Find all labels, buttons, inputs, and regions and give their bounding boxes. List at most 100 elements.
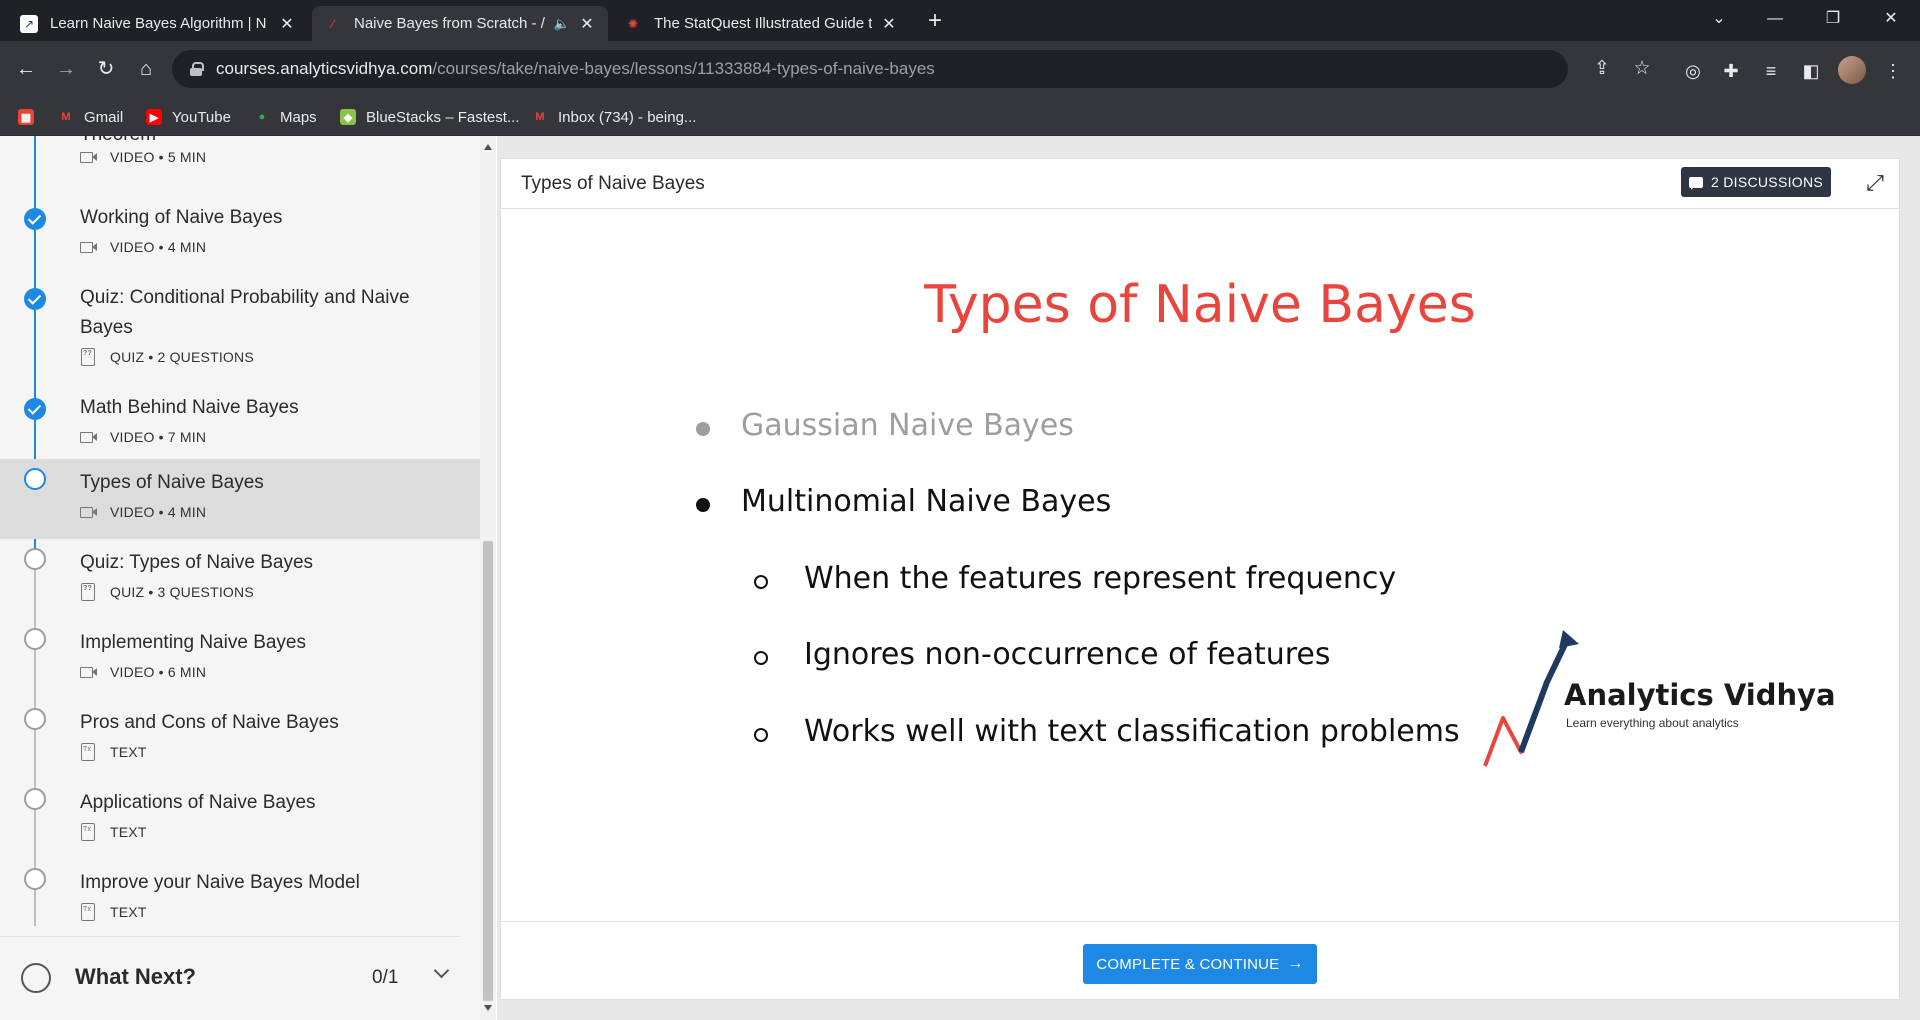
- browser-tab-3[interactable]: ✺ The StatQuest Illustrated Guide t ✕: [612, 6, 910, 41]
- bookmark-gmail[interactable]: M Gmail: [58, 107, 123, 127]
- analytics-vidhya-favicon-icon: ⁄: [331, 16, 334, 31]
- share-icon[interactable]: ⇪: [1586, 50, 1618, 88]
- what-next-section[interactable]: What Next? 0/1: [0, 936, 460, 1020]
- browser-tab-bar: ↗ Learn Naive Bayes Algorithm | N ✕ ⁄ Na…: [0, 0, 1920, 41]
- arrow-right-icon: →: [1287, 955, 1304, 972]
- slide-bullet: Multinomial Naive Bayes: [696, 484, 1111, 519]
- bookmark-maps[interactable]: ● Maps: [254, 107, 317, 127]
- slide-sub-bullet: Works well with text classification prob…: [754, 714, 1460, 749]
- lesson-title: Quiz: Conditional Probability and Naive …: [80, 287, 410, 338]
- lesson-title: Improve your Naive Bayes Model: [80, 872, 360, 893]
- incomplete-circle-icon: [24, 548, 46, 570]
- lesson-title: Quiz: Types of Naive Bayes: [80, 552, 314, 573]
- lesson-meta: VIDEO • 7 MIN: [80, 429, 206, 445]
- bookmark-bluestacks[interactable]: ◆ BlueStacks – Fastest...: [340, 107, 519, 127]
- completed-check-icon: [24, 208, 46, 230]
- apps-icon[interactable]: ▦: [18, 107, 44, 127]
- incomplete-circle-icon: [24, 708, 46, 730]
- profile-avatar[interactable]: [1838, 56, 1866, 84]
- lesson-item[interactable]: Quiz: Types of Naive Bayes QUIZ • 3 QUES…: [0, 539, 480, 619]
- complete-and-continue-button[interactable]: COMPLETE & CONTINUE →: [1083, 944, 1317, 984]
- back-icon[interactable]: ←: [10, 53, 42, 85]
- current-lesson-indicator: [24, 468, 46, 490]
- lesson-title: Implementing Naive Bayes: [80, 632, 306, 653]
- lesson-item[interactable]: Improve your Naive Bayes Model TEXT: [0, 859, 480, 939]
- lesson-item[interactable]: Applications of Naive Bayes TEXT: [0, 779, 480, 859]
- lesson-item[interactable]: Implementing Naive Bayes VIDEO • 6 MIN: [0, 619, 480, 699]
- lesson-title: Pros and Cons of Naive Bayes: [80, 712, 339, 733]
- video-icon: [80, 240, 98, 254]
- close-tab-icon[interactable]: ✕: [278, 14, 296, 34]
- close-tab-icon[interactable]: ✕: [578, 14, 596, 34]
- close-window-icon[interactable]: ✕: [1868, 0, 1914, 41]
- lesson-item-current[interactable]: Types of Naive Bayes VIDEO • 4 MIN: [0, 459, 480, 539]
- minimize-icon[interactable]: —: [1752, 0, 1798, 41]
- lesson-meta: VIDEO • 5 MIN: [80, 149, 206, 165]
- address-bar[interactable]: courses.analyticsvidhya.com/courses/take…: [172, 50, 1568, 88]
- chevron-down-icon[interactable]: [433, 962, 450, 979]
- browser-tab-2-active[interactable]: ⁄ Naive Bayes from Scratch - / 🔈 ✕: [312, 6, 608, 41]
- chrome-menu-icon[interactable]: ⋮: [1878, 56, 1908, 86]
- lesson-meta: TEXT: [80, 903, 147, 921]
- bookmark-youtube[interactable]: ▶ YouTube: [146, 107, 231, 127]
- course-sidebar: Theorem VIDEO • 5 MIN Working of Naive B…: [0, 136, 480, 1020]
- sidebar-scrollbar[interactable]: [480, 136, 496, 1020]
- lesson-title: Math Behind Naive Bayes: [80, 397, 299, 418]
- side-panel-icon[interactable]: ◧: [1796, 56, 1826, 86]
- extension-target-icon[interactable]: ◎: [1678, 56, 1708, 86]
- incomplete-circle-icon: [24, 788, 46, 810]
- slide-sub-bullet: Ignores non-occurrence of features: [754, 637, 1331, 672]
- video-icon: [80, 665, 98, 679]
- course-page: Theorem VIDEO • 5 MIN Working of Naive B…: [0, 136, 1920, 1020]
- tab-search-chevron-icon[interactable]: ⌄: [1696, 0, 1742, 41]
- speaker-icon[interactable]: 🔈: [554, 16, 570, 32]
- lesson-meta: VIDEO • 6 MIN: [80, 664, 206, 680]
- gmail-icon: M: [61, 111, 71, 123]
- scroll-down-arrow-icon[interactable]: [484, 1005, 492, 1011]
- text-doc-icon: [80, 823, 98, 841]
- quiz-icon: [80, 348, 98, 366]
- what-next-count: 0/1: [372, 967, 399, 988]
- bookmarks-bar: ▦ M Gmail ▶ YouTube ● Maps ◆ BlueStacks – Fa…: [0, 98, 1920, 136]
- video-icon: [80, 505, 98, 519]
- restore-icon[interactable]: ❐: [1810, 0, 1856, 41]
- slide-bullet: Gaussian Naive Bayes: [696, 408, 1074, 443]
- expand-fullscreen-icon[interactable]: ⤢: [1863, 171, 1887, 195]
- chat-bubble-icon: [1688, 176, 1703, 190]
- lock-icon[interactable]: [190, 62, 204, 76]
- incomplete-circle-icon: [24, 628, 46, 650]
- video-slide[interactable]: Types of Naive Bayes Gaussian Naive Baye…: [501, 210, 1899, 920]
- browser-toolbar: ← → ↻ ⌂ courses.analyticsvidhya.com/cour…: [0, 41, 1920, 98]
- tab-title: Naive Bayes from Scratch - /: [354, 15, 545, 32]
- extensions-puzzle-icon[interactable]: ✚: [1716, 56, 1746, 86]
- new-tab-button[interactable]: +: [920, 6, 950, 36]
- lesson-meta: VIDEO • 4 MIN: [80, 504, 206, 520]
- maps-icon: ●: [258, 111, 266, 123]
- home-icon[interactable]: ⌂: [130, 53, 162, 85]
- scroll-up-arrow-icon[interactable]: [484, 144, 492, 150]
- lesson-item[interactable]: Math Behind Naive Bayes VIDEO • 7 MIN: [0, 384, 480, 464]
- bullet-dot-icon: [696, 498, 710, 512]
- video-icon: [80, 150, 98, 164]
- lesson-meta: VIDEO • 4 MIN: [80, 239, 206, 255]
- close-tab-icon[interactable]: ✕: [880, 14, 898, 34]
- lesson-meta: TEXT: [80, 743, 147, 761]
- bullet-circle-icon: [754, 575, 768, 589]
- bookmark-inbox[interactable]: M Inbox (734) - being...: [532, 107, 696, 127]
- gmail-icon: M: [535, 111, 545, 123]
- completed-check-icon: [24, 288, 46, 310]
- reload-icon[interactable]: ↻: [90, 53, 122, 85]
- scrollbar-thumb[interactable]: [483, 541, 493, 1001]
- discussions-button[interactable]: 2 DISCUSSIONS: [1681, 167, 1831, 197]
- media-control-icon[interactable]: ≡: [1756, 56, 1786, 86]
- lesson-item[interactable]: Quiz: Conditional Probability and Naive …: [0, 274, 480, 384]
- lesson-item[interactable]: Working of Naive Bayes VIDEO • 4 MIN: [0, 194, 480, 274]
- browser-tab-1[interactable]: ↗ Learn Naive Bayes Algorithm | N ✕: [8, 6, 308, 41]
- bookmark-star-icon[interactable]: ☆: [1626, 50, 1658, 88]
- forward-icon[interactable]: →: [50, 53, 82, 85]
- lesson-content-area: Types of Naive Bayes 2 DISCUSSIONS ⤢ Typ…: [497, 136, 1920, 1020]
- lesson-item[interactable]: Pros and Cons of Naive Bayes TEXT: [0, 699, 480, 779]
- lesson-item-partial[interactable]: Theorem VIDEO • 5 MIN: [0, 136, 480, 170]
- youtube-icon: ▶: [146, 109, 162, 125]
- lesson-header: Types of Naive Bayes 2 DISCUSSIONS ⤢: [501, 159, 1899, 209]
